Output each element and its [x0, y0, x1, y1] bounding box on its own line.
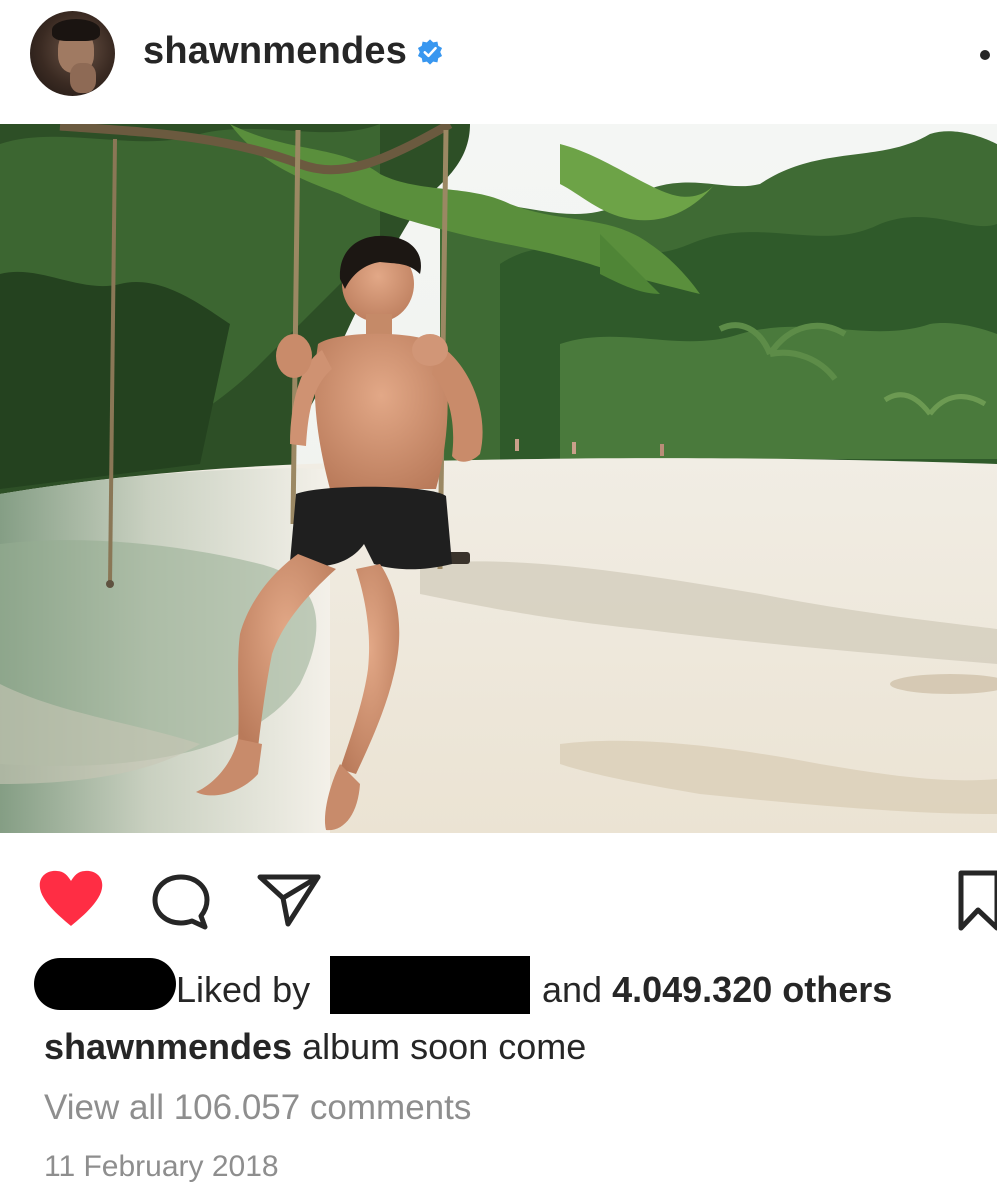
paper-plane-icon[interactable] — [256, 872, 322, 928]
others-label: and 4.049.320 others — [542, 969, 892, 1011]
post-caption: shawnmendes album soon come — [44, 1026, 586, 1068]
post-date: 11 February 2018 — [44, 1150, 279, 1183]
liked-by-label: Liked by — [176, 969, 310, 1011]
beach-swing-photo — [0, 124, 997, 833]
bookmark-icon[interactable] — [956, 868, 997, 932]
post-username[interactable]: shawnmendes — [143, 30, 407, 73]
likes-summary: Liked by and 4.049.320 others — [34, 954, 974, 1024]
likes-others-count[interactable]: 4.049.320 others — [612, 969, 892, 1010]
post-photo[interactable] — [0, 124, 997, 833]
caption-text: album soon come — [302, 1026, 587, 1067]
comment-bubble-icon[interactable] — [150, 872, 212, 932]
redacted-avatar — [34, 958, 176, 1010]
view-all-comments-link[interactable]: View all 106.057 comments — [44, 1088, 471, 1128]
more-options-icon[interactable] — [980, 50, 990, 60]
redacted-liker-name[interactable] — [330, 956, 530, 1014]
post-header: shawnmendes — [0, 0, 997, 124]
avatar-hand — [70, 63, 96, 93]
liked-by-prefix: Liked by — [176, 969, 311, 1010]
post-actions — [0, 862, 997, 942]
profile-avatar[interactable] — [30, 11, 115, 96]
heart-icon[interactable] — [38, 870, 104, 928]
caption-username[interactable]: shawnmendes — [44, 1026, 292, 1067]
avatar-hair — [52, 19, 100, 41]
verified-badge-icon — [417, 39, 443, 65]
liked-by-and: and — [542, 969, 603, 1010]
